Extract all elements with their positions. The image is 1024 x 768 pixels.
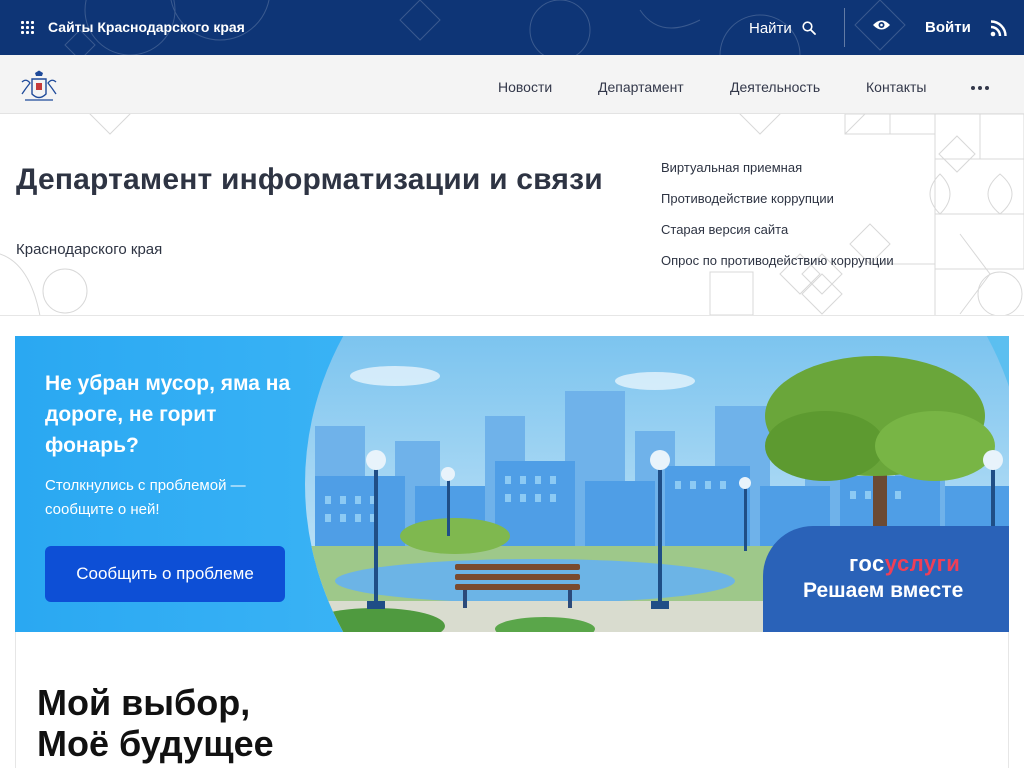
topbar-divider xyxy=(844,8,845,47)
gosuslugi-tagline: Решаем вместе xyxy=(803,579,964,602)
site-header: Департамент информатизации и связи Красн… xyxy=(0,114,1024,316)
more-menu-icon[interactable] xyxy=(971,86,989,91)
my-choice-card[interactable]: Мой выбор, Моё будущее xyxy=(15,632,1009,768)
login-link[interactable]: Войти xyxy=(925,19,971,36)
quick-link-anticorruption-survey[interactable]: Опрос по противодействию коррупции xyxy=(661,253,894,268)
banner-heading: Не убран мусор, яма на дороге, не горит … xyxy=(45,372,291,457)
gosuslugi-banner[interactable]: Не убран мусор, яма на дороге, не горит … xyxy=(15,336,1009,632)
nav-item-activity[interactable]: Деятельность xyxy=(730,79,820,95)
nav-item-contacts[interactable]: Контакты xyxy=(866,79,926,95)
report-problem-button[interactable]: Сообщить о проблеме xyxy=(45,546,285,602)
page-subtitle: Краснодарского края xyxy=(16,241,163,258)
nav-item-news[interactable]: Новости xyxy=(498,79,552,95)
decorative-pattern xyxy=(0,114,1024,315)
quick-link-anticorruption[interactable]: Противодействие коррупции xyxy=(661,191,834,206)
nav-item-department[interactable]: Департамент xyxy=(598,79,684,95)
find-link[interactable]: Найти xyxy=(749,20,792,37)
card-title-line1: Мой выбор, xyxy=(37,682,251,723)
quick-link-old-site[interactable]: Старая версия сайта xyxy=(661,222,788,237)
main-nav: Новости Департамент Деятельность Контакт… xyxy=(0,55,1024,114)
sites-link[interactable]: Сайты Краснодарского края xyxy=(48,19,245,35)
card-title-line2: Моё будущее xyxy=(37,723,274,764)
rss-icon[interactable] xyxy=(990,20,1007,37)
krasnodar-emblem-icon[interactable] xyxy=(20,70,58,106)
gosuslugi-logo-part1: гос xyxy=(849,551,885,576)
card-title: Мой выбор, Моё будущее xyxy=(37,682,274,764)
search-icon[interactable] xyxy=(802,21,816,35)
banner-text: Столкнулись с проблемой — сообщите о ней… xyxy=(45,477,246,518)
quick-link-virtual-reception[interactable]: Виртуальная приемная xyxy=(661,160,802,175)
top-bar: Сайты Краснодарского края Найти Войти xyxy=(0,0,1024,55)
sites-grid-icon[interactable] xyxy=(21,21,34,34)
eye-icon[interactable] xyxy=(872,18,891,32)
gosuslugi-logo: госуслуги xyxy=(849,551,960,577)
page-title: Департамент информатизации и связи xyxy=(16,163,603,196)
gosuslugi-logo-part2: услуги xyxy=(884,551,961,576)
